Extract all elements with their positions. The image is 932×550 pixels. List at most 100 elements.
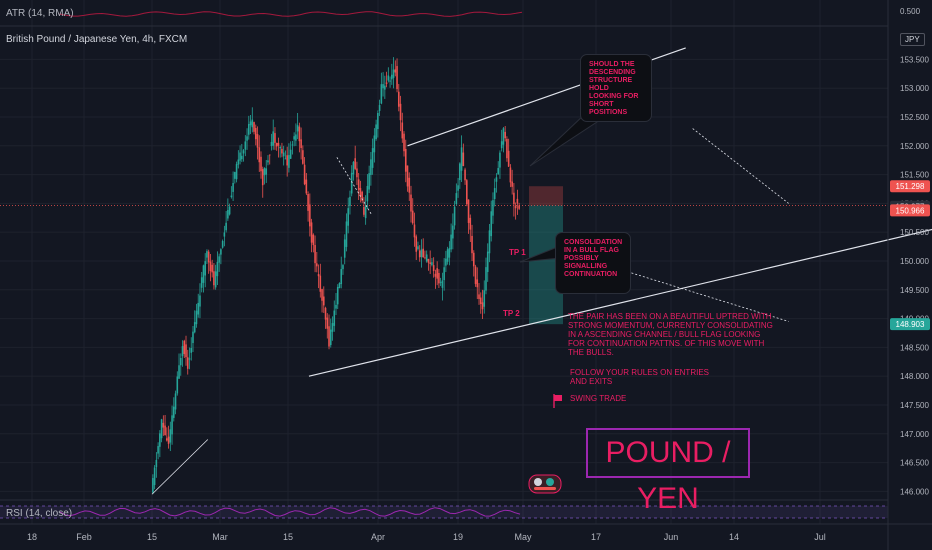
candle-body [387,75,390,81]
candle-body [506,138,508,159]
candle-body [322,296,325,306]
candle-body [157,446,159,454]
candle-body [438,273,440,284]
stop-loss-zone [529,186,563,206]
candle-body [479,297,482,304]
candle-body [244,141,247,150]
candle-body [380,84,383,104]
candle-body [453,206,456,226]
candle-body [443,267,445,281]
candle-body [230,195,233,198]
y-tick-label: 148.000 [900,372,929,381]
candle-body [251,119,254,128]
currency-badge[interactable]: JPY [900,33,925,46]
x-tick-label: May [514,532,532,542]
candle-body [181,346,184,357]
rsi-indicator-label[interactable]: RSI (14, close) [6,508,72,519]
candle-body [450,234,452,250]
candle-body [223,232,226,237]
callout-short-positions[interactable]: SHOULD THE DESCENDING STRUCTURE HOLD LOO… [580,54,652,122]
candle-body [356,168,358,178]
x-tick-label: 19 [453,532,463,542]
candle-body [424,257,426,259]
candle-body [500,141,503,149]
candle-body [350,172,353,194]
candle-body [211,264,213,273]
candle-body [174,393,177,410]
candle-body [155,459,158,468]
candle-body [232,182,234,192]
candle-body [188,358,191,360]
atr-indicator-label[interactable]: ATR (14, RMA) [6,8,74,19]
candle-body [312,234,315,246]
candle-body [199,295,201,307]
rules-note[interactable]: FOLLOW YOUR RULES ON ENTRIES AND EXITS [570,368,710,386]
candle-body [307,193,309,211]
candle-body [478,294,480,299]
candle-body [220,249,222,255]
candle-body [296,125,299,132]
y-tick-label: 152.000 [900,142,929,151]
candle-body [329,329,332,346]
candle-body [333,310,336,326]
candle-body [417,246,419,250]
candle-body [179,357,182,366]
candle-body [274,133,276,143]
candle-body [499,152,501,168]
candle-body [457,185,459,191]
candle-body [284,158,287,160]
candle-body [418,250,421,258]
candle-body [246,136,248,141]
pair-banner[interactable]: POUND / YEN [586,428,750,515]
candle-body [518,205,520,209]
candle-body [176,376,179,394]
candle-body [399,103,402,121]
candle-body [389,80,391,82]
candle-body [377,112,379,130]
candle-body [291,144,294,146]
candle-body [466,180,468,205]
price-badge-label: 148.903 [896,320,925,329]
candle-body [467,199,470,223]
gbpjpy-chart[interactable]: 153.500153.000152.500152.000151.500151.0… [0,0,932,550]
candle-body [268,154,271,156]
candle-body [396,66,398,90]
candle-body [476,279,479,288]
candle-body [324,307,327,320]
x-tick-label: Apr [371,532,385,542]
candle-body [486,251,489,272]
swing-trade-note[interactable]: SWING TRADE [570,394,626,403]
candle-body [293,136,295,140]
candle-body [247,124,250,135]
candle-body [310,222,313,243]
y-tick-label: 147.000 [900,430,929,439]
candle-body [425,254,428,262]
candle-body [406,165,409,187]
candle-body [253,122,255,132]
candle-body [286,155,288,166]
candle-body [427,258,430,263]
candle-body [302,150,304,164]
candle-body [328,326,330,347]
candle-body [349,196,351,207]
candle-body [152,478,154,493]
x-tick-label: Jul [814,532,826,542]
analysis-note[interactable]: THE PAIR HAS BEEN ON A BEAUTIFUL UPTRED … [568,312,778,357]
x-tick-label: 14 [729,532,739,542]
candle-body [300,139,302,148]
candle-body [202,265,205,283]
candle-body [382,84,384,89]
candle-body [298,126,301,142]
symbol-title[interactable]: British Pound / Japanese Yen, 4h, FXCM [6,34,187,45]
candle-body [153,467,156,486]
candle-body [345,221,348,247]
chart-background [0,0,932,550]
candle-body [509,167,512,183]
callout-bull-flag[interactable]: CONSOLIDATION IN A BULL FLAG POSSIBLY SI… [555,232,631,294]
candle-body [241,155,243,160]
candle-body [373,135,376,153]
candle-body [335,304,337,309]
candle-body [242,150,245,154]
candle-body [316,263,318,267]
candle-body [472,252,475,267]
